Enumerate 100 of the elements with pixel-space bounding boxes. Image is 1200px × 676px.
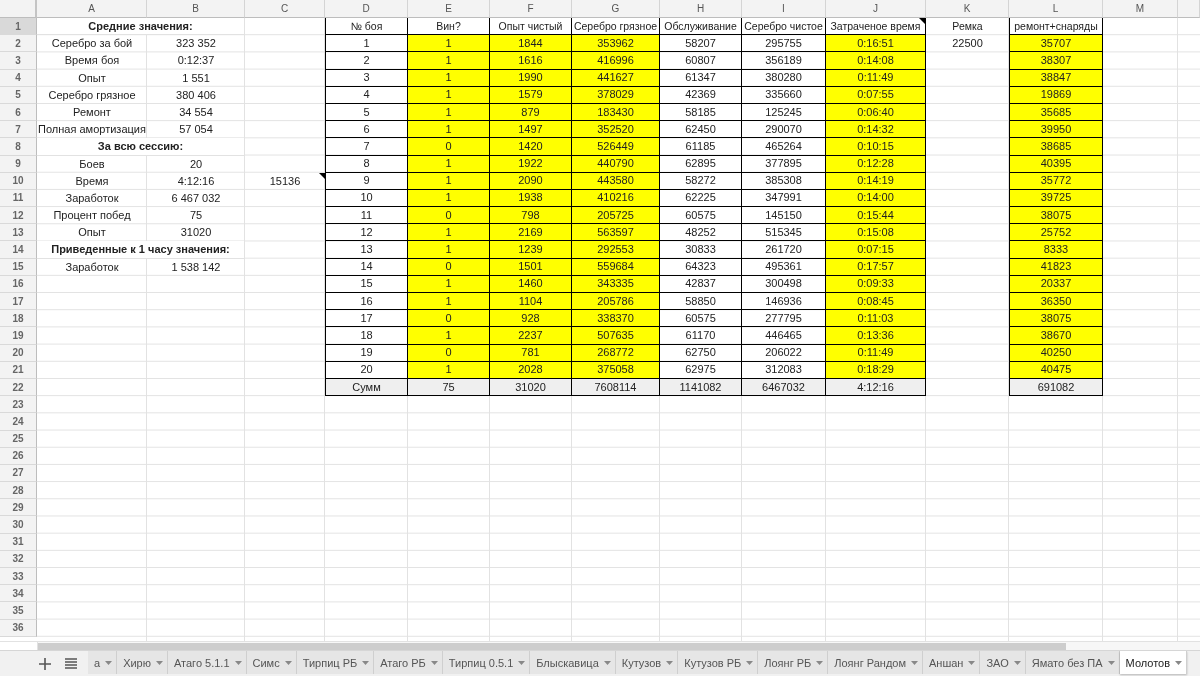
sheet-tab[interactable]: Ямато без ПА (1025, 651, 1120, 674)
table-cell: 416996 (572, 52, 660, 70)
caret-icon (1013, 660, 1021, 665)
caret-icon (1107, 660, 1115, 665)
table-cell: 38075 (1009, 207, 1103, 225)
row-number[interactable]: 33 (0, 568, 37, 586)
header-corner[interactable] (0, 0, 37, 18)
column-header[interactable] (1178, 0, 1200, 18)
row-number[interactable]: 2 (0, 35, 37, 53)
row-number[interactable]: 24 (0, 413, 37, 431)
sheet-tab[interactable]: Тирпиц РБ (296, 651, 375, 674)
table-cell: 61185 (660, 138, 742, 156)
table-cell: 38075 (1009, 310, 1103, 328)
row-number[interactable]: 30 (0, 516, 37, 534)
scrollbar-thumb[interactable] (38, 642, 1066, 650)
column-header[interactable]: K (926, 0, 1009, 18)
row-number[interactable]: 13 (0, 224, 37, 242)
sheet-tab[interactable]: Симс (246, 651, 297, 674)
column-header[interactable]: L (1009, 0, 1103, 18)
row-number[interactable]: 23 (0, 396, 37, 414)
row-number[interactable]: 29 (0, 499, 37, 517)
table-cell: 1 (408, 121, 490, 139)
table-cell: 58207 (660, 35, 742, 53)
add-sheet-button[interactable] (39, 657, 51, 670)
column-header[interactable]: I (742, 0, 826, 18)
table-cell: 61170 (660, 327, 742, 345)
sheet-tab[interactable]: Молотов (1119, 651, 1188, 674)
column-header[interactable]: D (325, 0, 408, 18)
sheet-tab[interactable]: а (88, 651, 118, 674)
table-cell: 507635 (572, 327, 660, 345)
row-label: Процент побед (52, 208, 132, 224)
row-number[interactable]: 28 (0, 482, 37, 500)
value-cell-text: 57 054 (178, 122, 214, 138)
table-cell: 58850 (660, 293, 742, 311)
table-cell: 58185 (660, 103, 742, 122)
sheet-tab[interactable]: Хирю (117, 651, 168, 674)
column-header[interactable]: E (408, 0, 490, 18)
column-header[interactable]: J (826, 0, 926, 18)
caret-icon (234, 660, 242, 665)
row-number[interactable]: 14 (0, 241, 37, 259)
caret-icon (603, 660, 611, 665)
table-cell: 2169 (490, 224, 572, 242)
row-number[interactable]: 18 (0, 310, 37, 328)
sheet-tab[interactable]: Блыскавица (530, 651, 616, 674)
column-header[interactable]: A (37, 0, 147, 18)
row-number[interactable]: 1 (0, 18, 37, 36)
sheet-list-button[interactable] (65, 657, 77, 670)
sheet-tab[interactable]: Лоянг РБ (758, 651, 829, 674)
row-number[interactable]: 7 (0, 121, 37, 139)
table-cell: 0 (408, 310, 490, 328)
table-cell: 62750 (660, 344, 742, 362)
table-cell: 292553 (572, 241, 660, 259)
row-label: Опыт (77, 70, 107, 86)
table-cell: 1 (408, 327, 490, 345)
sheet-tab[interactable]: Атаго 5.1.1 (168, 651, 247, 674)
sheet-tab[interactable]: Кутузов РБ (678, 651, 759, 674)
row-number[interactable]: 3 (0, 52, 37, 70)
row-number[interactable]: 34 (0, 585, 37, 603)
sheet-tab[interactable]: Лоянг Рандом (828, 651, 923, 674)
table-cell: 1 (408, 241, 490, 259)
table-cell: 1 (408, 224, 490, 242)
plus-icon (39, 657, 51, 670)
column-header[interactable]: C (245, 0, 325, 18)
sheet-tab[interactable]: Тирпиц 0.5.1 (442, 651, 531, 674)
sheet-tab[interactable]: Аншан (923, 651, 981, 674)
table-cell: 526449 (572, 138, 660, 156)
table-cell: 1497 (490, 121, 572, 139)
column-title: Серебро чистое (742, 18, 826, 36)
value-cell-text: 34 554 (178, 105, 214, 121)
value-cell-text: 4:12:16 (176, 173, 216, 189)
table-cell: 62225 (660, 189, 742, 208)
sheet-tab[interactable]: ЗАО (980, 651, 1026, 674)
table-cell: 35707 (1009, 35, 1103, 53)
row-label: Опыт (77, 225, 107, 241)
table-cell: 353962 (572, 35, 660, 53)
row-number[interactable]: 17 (0, 293, 37, 311)
table-cell: 928 (490, 310, 572, 328)
column-header[interactable]: H (660, 0, 742, 18)
table-cell: 0:14:08 (826, 52, 926, 70)
table-cell: 1616 (490, 52, 572, 70)
caret-icon (105, 660, 113, 665)
table-cell: 60575 (660, 310, 742, 328)
column-header[interactable]: M (1103, 0, 1178, 18)
table-cell: 1104 (490, 293, 572, 311)
table-cell: 1239 (490, 241, 572, 259)
row-number[interactable]: 8 (0, 138, 37, 156)
column-header[interactable]: B (147, 0, 245, 18)
row-number[interactable]: 35 (0, 602, 37, 620)
table-cell: 48252 (660, 224, 742, 242)
caret-icon (518, 660, 526, 665)
sheet-tab[interactable]: Кутузов (615, 651, 679, 674)
table-cell: 0:16:51 (826, 35, 926, 53)
sheet-tab[interactable]: Атаго РБ (374, 651, 443, 674)
column-title: Ремка (951, 19, 984, 35)
column-header[interactable]: F (490, 0, 572, 18)
table-cell: 563597 (572, 224, 660, 242)
column-header[interactable]: G (572, 0, 660, 18)
row-number[interactable]: 12 (0, 207, 37, 225)
table-cell: 30833 (660, 241, 742, 259)
row-number[interactable]: 19 (0, 327, 37, 345)
